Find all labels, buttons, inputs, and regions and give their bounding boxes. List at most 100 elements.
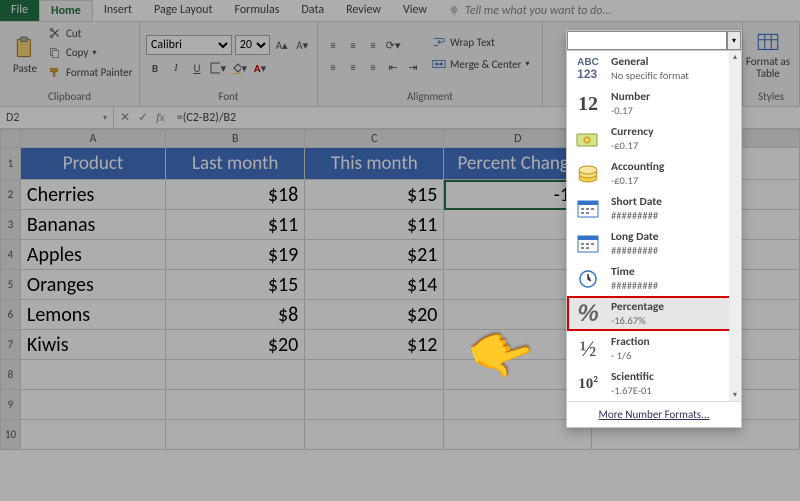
cell[interactable] xyxy=(166,420,305,450)
font-family-select[interactable]: Calibri xyxy=(146,35,232,55)
align-left-button[interactable]: ≡ xyxy=(324,58,342,76)
row-header[interactable]: 2 xyxy=(1,180,21,210)
font-size-select[interactable]: 20 xyxy=(235,35,270,55)
format-as-table-button[interactable]: Format as Table xyxy=(749,24,787,86)
cell[interactable] xyxy=(20,360,165,390)
cell[interactable]: $20 xyxy=(166,330,305,360)
row-header[interactable]: 10 xyxy=(1,420,21,450)
number-format-item-percentage[interactable]: % Percentage-16.67% xyxy=(567,296,741,331)
number-format-item-accounting[interactable]: Accounting-£0.17 xyxy=(567,156,741,191)
paste-button[interactable]: Paste xyxy=(6,24,44,86)
row-header[interactable]: 7 xyxy=(1,330,21,360)
col-header[interactable]: B xyxy=(166,130,305,148)
col-header[interactable]: A xyxy=(20,130,165,148)
tab-formulas[interactable]: Formulas xyxy=(223,0,290,21)
cell[interactable]: $18 xyxy=(166,180,305,210)
cell[interactable]: Cherries xyxy=(20,180,165,210)
borders-button[interactable]: ▾ xyxy=(209,59,227,77)
col-header[interactable]: C xyxy=(305,130,444,148)
cell[interactable] xyxy=(166,390,305,420)
cancel-formula-button[interactable]: ✕ xyxy=(120,110,130,125)
bold-button[interactable]: B xyxy=(146,59,164,77)
name-box[interactable]: D2▾ xyxy=(0,107,114,128)
cell[interactable]: $15 xyxy=(166,270,305,300)
font-color-button[interactable]: A▾ xyxy=(251,59,269,77)
tab-file[interactable]: File xyxy=(0,0,39,21)
cell[interactable] xyxy=(20,420,165,450)
more-number-formats-link[interactable]: More Number Formats... xyxy=(567,401,741,427)
shrink-font-button[interactable]: A▾ xyxy=(293,36,311,54)
cell[interactable]: $19 xyxy=(166,240,305,270)
formula-input[interactable]: =(C2-B2)/B2 xyxy=(171,107,242,128)
cell[interactable]: Oranges xyxy=(20,270,165,300)
increase-indent-button[interactable]: ⇥ xyxy=(404,58,422,76)
number-format-item-general[interactable]: ABC123 GeneralNo specific format xyxy=(567,51,741,86)
cell[interactable]: $11 xyxy=(166,210,305,240)
tell-me[interactable]: Tell me what you want to do... xyxy=(448,0,611,21)
number-format-item-number[interactable]: 12 Number-0.17 xyxy=(567,86,741,121)
general-icon: ABC123 xyxy=(573,56,603,82)
tab-view[interactable]: View xyxy=(392,0,438,21)
tab-home[interactable]: Home xyxy=(39,0,93,21)
fx-icon[interactable]: fx xyxy=(156,110,165,125)
cell[interactable]: Product xyxy=(20,148,165,180)
tab-review[interactable]: Review xyxy=(335,0,392,21)
row-header[interactable]: 8 xyxy=(1,360,21,390)
number-format-item-fraction[interactable]: ½ Fraction- 1/6 xyxy=(567,331,741,366)
cell[interactable]: Lemons xyxy=(20,300,165,330)
number-format-item-currency[interactable]: Currency-£0.17 xyxy=(567,121,741,156)
number-format-item-longdate[interactable]: Long Date######### xyxy=(567,226,741,261)
row-header[interactable]: 4 xyxy=(1,240,21,270)
cell[interactable]: This month xyxy=(305,148,444,180)
cell[interactable] xyxy=(166,360,305,390)
row-header[interactable]: 3 xyxy=(1,210,21,240)
row-header[interactable]: 1 xyxy=(1,148,21,180)
cell[interactable]: Apples xyxy=(20,240,165,270)
number-format-item-time[interactable]: Time######### xyxy=(567,261,741,296)
number-format-dropdown-button[interactable]: ▾ xyxy=(727,31,741,50)
cell[interactable]: Last month xyxy=(166,148,305,180)
align-right-button[interactable]: ≡ xyxy=(364,58,382,76)
cell[interactable]: $15 xyxy=(305,180,444,210)
cell[interactable]: Bananas xyxy=(20,210,165,240)
cell[interactable]: $8 xyxy=(166,300,305,330)
align-center-button[interactable]: ≡ xyxy=(344,58,362,76)
cell[interactable]: $21 xyxy=(305,240,444,270)
cell[interactable]: $12 xyxy=(305,330,444,360)
tab-data[interactable]: Data xyxy=(290,0,335,21)
accept-formula-button[interactable]: ✓ xyxy=(138,110,148,125)
number-icon: 12 xyxy=(573,91,603,117)
merge-center-button[interactable]: Merge & Center▾ xyxy=(432,55,530,73)
align-middle-button[interactable]: ≡ xyxy=(344,36,362,54)
grow-font-button[interactable]: A▴ xyxy=(273,36,291,54)
copy-button[interactable]: Copy▾ xyxy=(48,44,132,62)
decrease-indent-button[interactable]: ⇤ xyxy=(384,58,402,76)
cut-button[interactable]: Cut xyxy=(48,24,132,42)
cell[interactable] xyxy=(305,390,444,420)
select-all-button[interactable] xyxy=(1,130,21,148)
wrap-text-button[interactable]: Wrap Text xyxy=(432,33,530,51)
fill-color-button[interactable]: ▾ xyxy=(230,59,248,77)
scrollbar[interactable]: ▴▾ xyxy=(729,51,741,401)
orientation-button[interactable]: ⟳▾ xyxy=(384,36,402,54)
row-header[interactable]: 5 xyxy=(1,270,21,300)
cell[interactable]: $11 xyxy=(305,210,444,240)
tab-insert[interactable]: Insert xyxy=(93,0,143,21)
align-top-button[interactable]: ≡ xyxy=(324,36,342,54)
tab-page-layout[interactable]: Page Layout xyxy=(143,0,223,21)
number-format-item-scientific[interactable]: 102 Scientific-1.67E-01 xyxy=(567,366,741,401)
cell[interactable] xyxy=(20,390,165,420)
row-header[interactable]: 6 xyxy=(1,300,21,330)
number-format-input[interactable] xyxy=(567,31,727,50)
row-header[interactable]: 9 xyxy=(1,390,21,420)
number-format-item-shortdate[interactable]: Short Date######### xyxy=(567,191,741,226)
align-bottom-button[interactable]: ≡ xyxy=(364,36,382,54)
cell[interactable]: $20 xyxy=(305,300,444,330)
format-painter-button[interactable]: Format Painter xyxy=(48,64,132,82)
cell[interactable]: $14 xyxy=(305,270,444,300)
cell[interactable] xyxy=(305,420,444,450)
cell[interactable] xyxy=(305,360,444,390)
underline-button[interactable]: U xyxy=(188,59,206,77)
cell[interactable]: Kiwis xyxy=(20,330,165,360)
italic-button[interactable]: I xyxy=(167,59,185,77)
